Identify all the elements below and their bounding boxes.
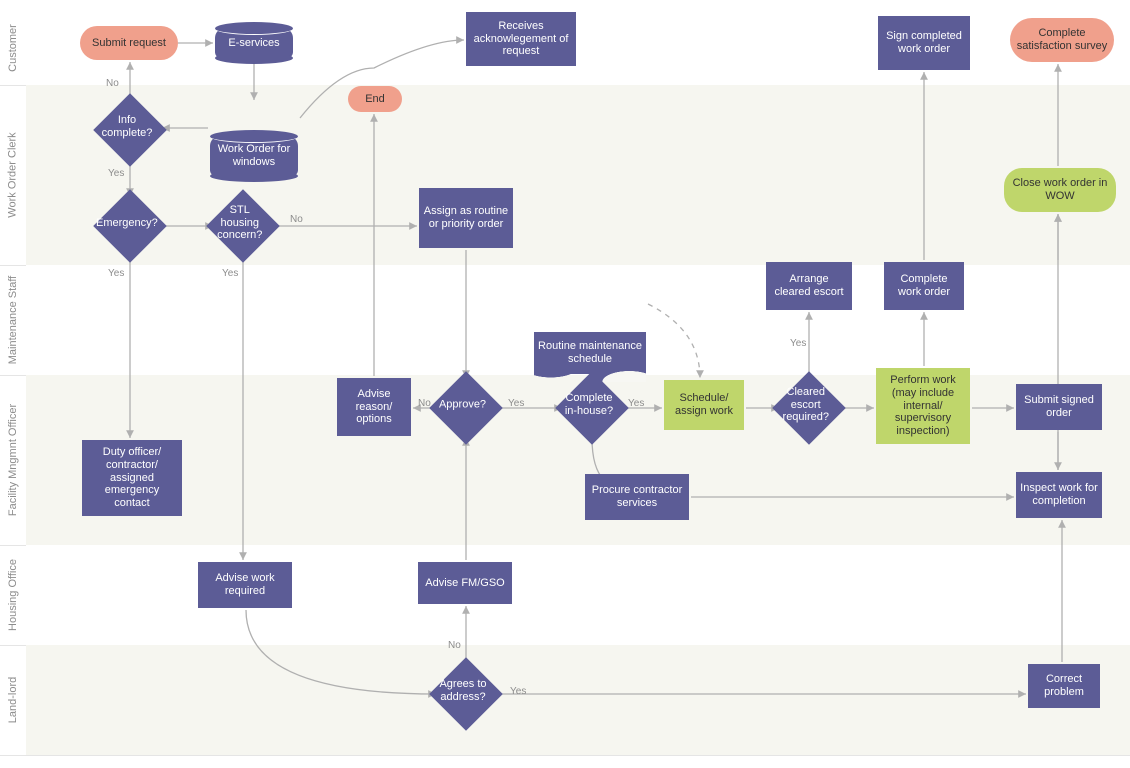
edge-label-no4: No bbox=[448, 640, 461, 651]
edge-label-yes1: Yes bbox=[108, 168, 124, 179]
lane-label-clerk: Work Order Clerk bbox=[0, 85, 26, 265]
edge-label-yes6: Yes bbox=[790, 338, 806, 349]
node-adviseWork: Advise work required bbox=[198, 562, 292, 608]
edge-label-yes4: Yes bbox=[508, 398, 524, 409]
lane-label-customer: Customer bbox=[0, 10, 26, 85]
node-completeWO: Complete work order bbox=[884, 262, 964, 310]
node-schedule: Schedule/ assign work bbox=[664, 380, 744, 430]
lane-label-housing: Housing Office bbox=[0, 545, 26, 645]
node-receives: Receives acknowlegement of request bbox=[466, 12, 576, 66]
swimlane-flowchart: CustomerWork Order ClerkMaintenance Staf… bbox=[0, 0, 1130, 768]
node-wow: Work Order for windows bbox=[210, 136, 298, 176]
edge-label-no2: No bbox=[290, 214, 303, 225]
node-correct: Correct problem bbox=[1028, 664, 1100, 708]
node-closeWOW: Close work order in WOW bbox=[1004, 168, 1116, 212]
node-duty: Duty officer/ contractor/ assigned emerg… bbox=[82, 440, 182, 516]
node-advise: Advise reason/ options bbox=[337, 378, 411, 436]
node-signed: Sign completed work order bbox=[878, 16, 970, 70]
edge-label-no3: No bbox=[418, 398, 431, 409]
lane-label-maintenance: Maintenance Staff bbox=[0, 265, 26, 375]
edge-label-yes5: Yes bbox=[628, 398, 644, 409]
edge-label-yes7: Yes bbox=[510, 686, 526, 697]
node-submitSigned: Submit signed order bbox=[1016, 384, 1102, 430]
node-end: End bbox=[348, 86, 402, 112]
node-adviseFM: Advise FM/GSO bbox=[418, 562, 512, 604]
lane-label-fmo: Facility Mngmnt Officer bbox=[0, 375, 26, 545]
node-satisfaction: Complete satisfaction survey bbox=[1010, 18, 1114, 62]
edge-label-no1: No bbox=[106, 78, 119, 89]
lane-landlord bbox=[26, 645, 1130, 755]
lane-housing bbox=[26, 545, 1130, 645]
node-arrange: Arrange cleared escort bbox=[766, 262, 852, 310]
node-eservices: E-services bbox=[215, 28, 293, 58]
node-procure: Procure contractor services bbox=[585, 474, 689, 520]
node-submit: Submit request bbox=[80, 26, 178, 60]
edge-label-yes3: Yes bbox=[222, 268, 238, 279]
lane-label-landlord: Land-lord bbox=[0, 645, 26, 755]
node-inspect: Inspect work for completion bbox=[1016, 472, 1102, 518]
node-perform: Perform work (may include internal/ supe… bbox=[876, 368, 970, 444]
edge-label-yes2: Yes bbox=[108, 268, 124, 279]
lane-clerk bbox=[26, 85, 1130, 265]
node-assign: Assign as routine or priority order bbox=[419, 188, 513, 248]
node-routine: Routine maintenance schedule bbox=[534, 332, 646, 374]
